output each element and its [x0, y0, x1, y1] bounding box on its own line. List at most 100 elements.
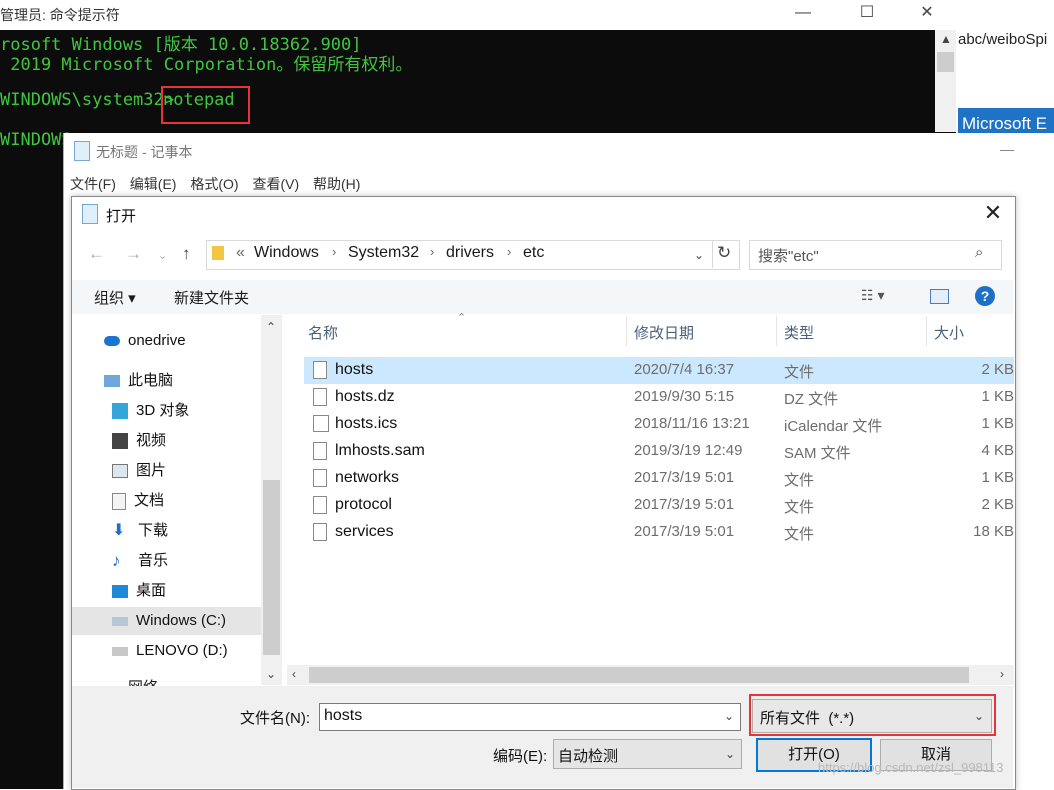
file-icon [313, 469, 327, 487]
view-options-icon[interactable]: ☷ ▾ [861, 287, 884, 304]
nav-item-documents[interactable]: 文档 [112, 487, 164, 515]
file-size: 4 KB [981, 442, 1014, 459]
up-arrow-icon[interactable]: ↑ [182, 244, 191, 264]
scrollbar-thumb[interactable] [937, 52, 954, 72]
breadcrumb-etc[interactable]: etc [523, 244, 544, 262]
file-date: 2017/3/19 5:01 [634, 469, 735, 486]
column-header-type[interactable]: 类型 [784, 322, 814, 343]
notepad-minimize-button[interactable] [1000, 150, 1014, 151]
nav-item-label: LENOVO (D:) [136, 642, 228, 659]
console-titlebar[interactable]: 管理员: 命令提示符 — ☐ ✕ [0, 0, 956, 30]
nav-item-label: 视频 [136, 432, 167, 449]
menu-file[interactable]: 文件(F) [70, 176, 116, 192]
column-divider[interactable] [626, 316, 627, 346]
file-row[interactable]: hosts 2020/7/4 16:37 文件 2 KB [304, 357, 1014, 384]
chevron-right-icon[interactable]: › [507, 244, 511, 259]
file-name: hosts [335, 361, 374, 378]
file-size: 18 KB [973, 523, 1014, 540]
filename-input[interactable] [319, 703, 741, 731]
close-button[interactable]: ✕ [904, 0, 950, 28]
drive-icon [112, 616, 128, 626]
minimize-button[interactable]: — [780, 0, 826, 28]
column-header-name[interactable]: 名称 [308, 322, 338, 343]
recent-locations-chevron-icon[interactable]: ⌄ [158, 249, 167, 262]
desktop-icon [112, 584, 128, 598]
dialog-title: 打开 [106, 208, 137, 225]
chevron-right-icon[interactable]: › [430, 244, 434, 259]
console-scrollbar[interactable]: ▲ [935, 30, 956, 132]
calendar-file-icon [313, 415, 329, 432]
notepad-menubar: 文件(F) 编辑(E) 格式(O) 查看(V) 帮助(H) [70, 174, 370, 194]
nav-item-pictures[interactable]: 图片 [112, 457, 166, 485]
download-icon: ⬇ [112, 522, 126, 540]
chevron-down-icon[interactable]: ⌄ [724, 709, 734, 723]
file-type: iCalendar 文件 [784, 418, 883, 435]
file-size: 1 KB [981, 388, 1014, 405]
nav-item-windows-c[interactable]: Windows (C:) [112, 607, 226, 635]
menu-help[interactable]: 帮助(H) [313, 176, 360, 192]
breadcrumb-overflow[interactable]: « [236, 244, 245, 262]
horizontal-scrollbar-thumb[interactable] [309, 667, 969, 683]
nav-item-label: 桌面 [136, 582, 167, 599]
search-icon[interactable]: ⌕ [975, 244, 983, 261]
encoding-value[interactable]: 自动检测 [558, 745, 618, 766]
console-line: 2019 Microsoft Corporation。保留所有权利。 [0, 55, 413, 75]
nav-item-desktop[interactable]: 桌面 [112, 577, 166, 605]
file-size: 1 KB [981, 415, 1014, 432]
command-highlight-box [161, 86, 250, 124]
scroll-up-icon[interactable]: ⌃ [266, 320, 276, 334]
file-icon [313, 361, 327, 379]
close-icon[interactable]: ✕ [982, 202, 1004, 225]
file-row[interactable]: lmhosts.sam 2019/3/19 12:49 SAM 文件 4 KB [300, 438, 1014, 465]
nav-item-videos[interactable]: 视频 [112, 427, 166, 455]
file-row[interactable]: services 2017/3/19 5:01 文件 18 KB [300, 519, 1014, 546]
file-row[interactable]: protocol 2017/3/19 5:01 文件 2 KB [300, 492, 1014, 519]
maximize-button[interactable]: ☐ [844, 0, 890, 28]
organize-button[interactable]: 组织 ▾ [94, 287, 136, 308]
back-arrow-icon[interactable]: ← [88, 244, 105, 264]
filename-value[interactable]: hosts [324, 707, 362, 725]
chevron-right-icon[interactable]: › [332, 244, 336, 259]
nav-item-downloads[interactable]: ⬇ 下载 [112, 517, 168, 545]
chevron-down-icon[interactable]: ⌄ [694, 248, 704, 262]
preview-pane-icon[interactable] [930, 289, 949, 304]
column-header-date[interactable]: 修改日期 [634, 322, 694, 343]
nav-item-3d-objects[interactable]: 3D 对象 [112, 397, 189, 425]
forward-arrow-icon[interactable]: → [125, 244, 142, 264]
breadcrumb-system32[interactable]: System32 [348, 244, 419, 262]
nav-item-onedrive[interactable]: onedrive [104, 327, 186, 355]
cube-icon [112, 403, 128, 420]
chevron-down-icon[interactable]: ⌄ [725, 747, 735, 761]
filetype-highlight-box [749, 694, 996, 736]
menu-format[interactable]: 格式(O) [190, 176, 238, 192]
scroll-left-icon[interactable]: ‹ [292, 667, 296, 681]
column-header-size[interactable]: 大小 [934, 322, 964, 343]
column-divider[interactable] [776, 316, 777, 346]
browser-address-fragment[interactable]: abc/weiboSpi [956, 28, 1054, 52]
file-icon [313, 523, 327, 541]
breadcrumb-windows[interactable]: Windows [254, 244, 319, 262]
nav-scrollbar-thumb[interactable] [263, 480, 280, 655]
notepad-title: 无标题 - 记事本 [96, 144, 193, 160]
nav-item-network-clipped[interactable]: 网络 [104, 678, 274, 686]
search-input[interactable]: 搜索"etc" [758, 245, 819, 266]
file-row[interactable]: hosts.ics 2018/11/16 13:21 iCalendar 文件 … [300, 411, 1014, 438]
menu-edit[interactable]: 编辑(E) [130, 176, 177, 192]
nav-item-this-pc[interactable]: 此电脑 [104, 367, 173, 395]
menu-view[interactable]: 查看(V) [252, 176, 299, 192]
nav-item-label: 文档 [134, 492, 165, 509]
encoding-label: 编码(E): [493, 748, 548, 765]
file-row[interactable]: networks 2017/3/19 5:01 文件 1 KB [300, 465, 1014, 492]
nav-item-lenovo-d[interactable]: LENOVO (D:) [112, 637, 228, 665]
scroll-down-icon[interactable]: ⌄ [266, 667, 276, 681]
scroll-right-icon[interactable]: › [1000, 667, 1004, 681]
scroll-up-icon[interactable]: ▲ [940, 32, 952, 46]
help-icon[interactable]: ? [975, 286, 995, 306]
column-divider[interactable] [926, 316, 927, 346]
file-row[interactable]: hosts.dz 2019/9/30 5:15 DZ 文件 1 KB [300, 384, 1014, 411]
nav-item-music[interactable]: ♪ 音乐 [112, 547, 168, 575]
new-folder-button[interactable]: 新建文件夹 [174, 287, 249, 308]
breadcrumb-drivers[interactable]: drivers [446, 244, 494, 262]
refresh-icon[interactable]: ↻ [717, 243, 731, 263]
file-icon [313, 388, 327, 406]
